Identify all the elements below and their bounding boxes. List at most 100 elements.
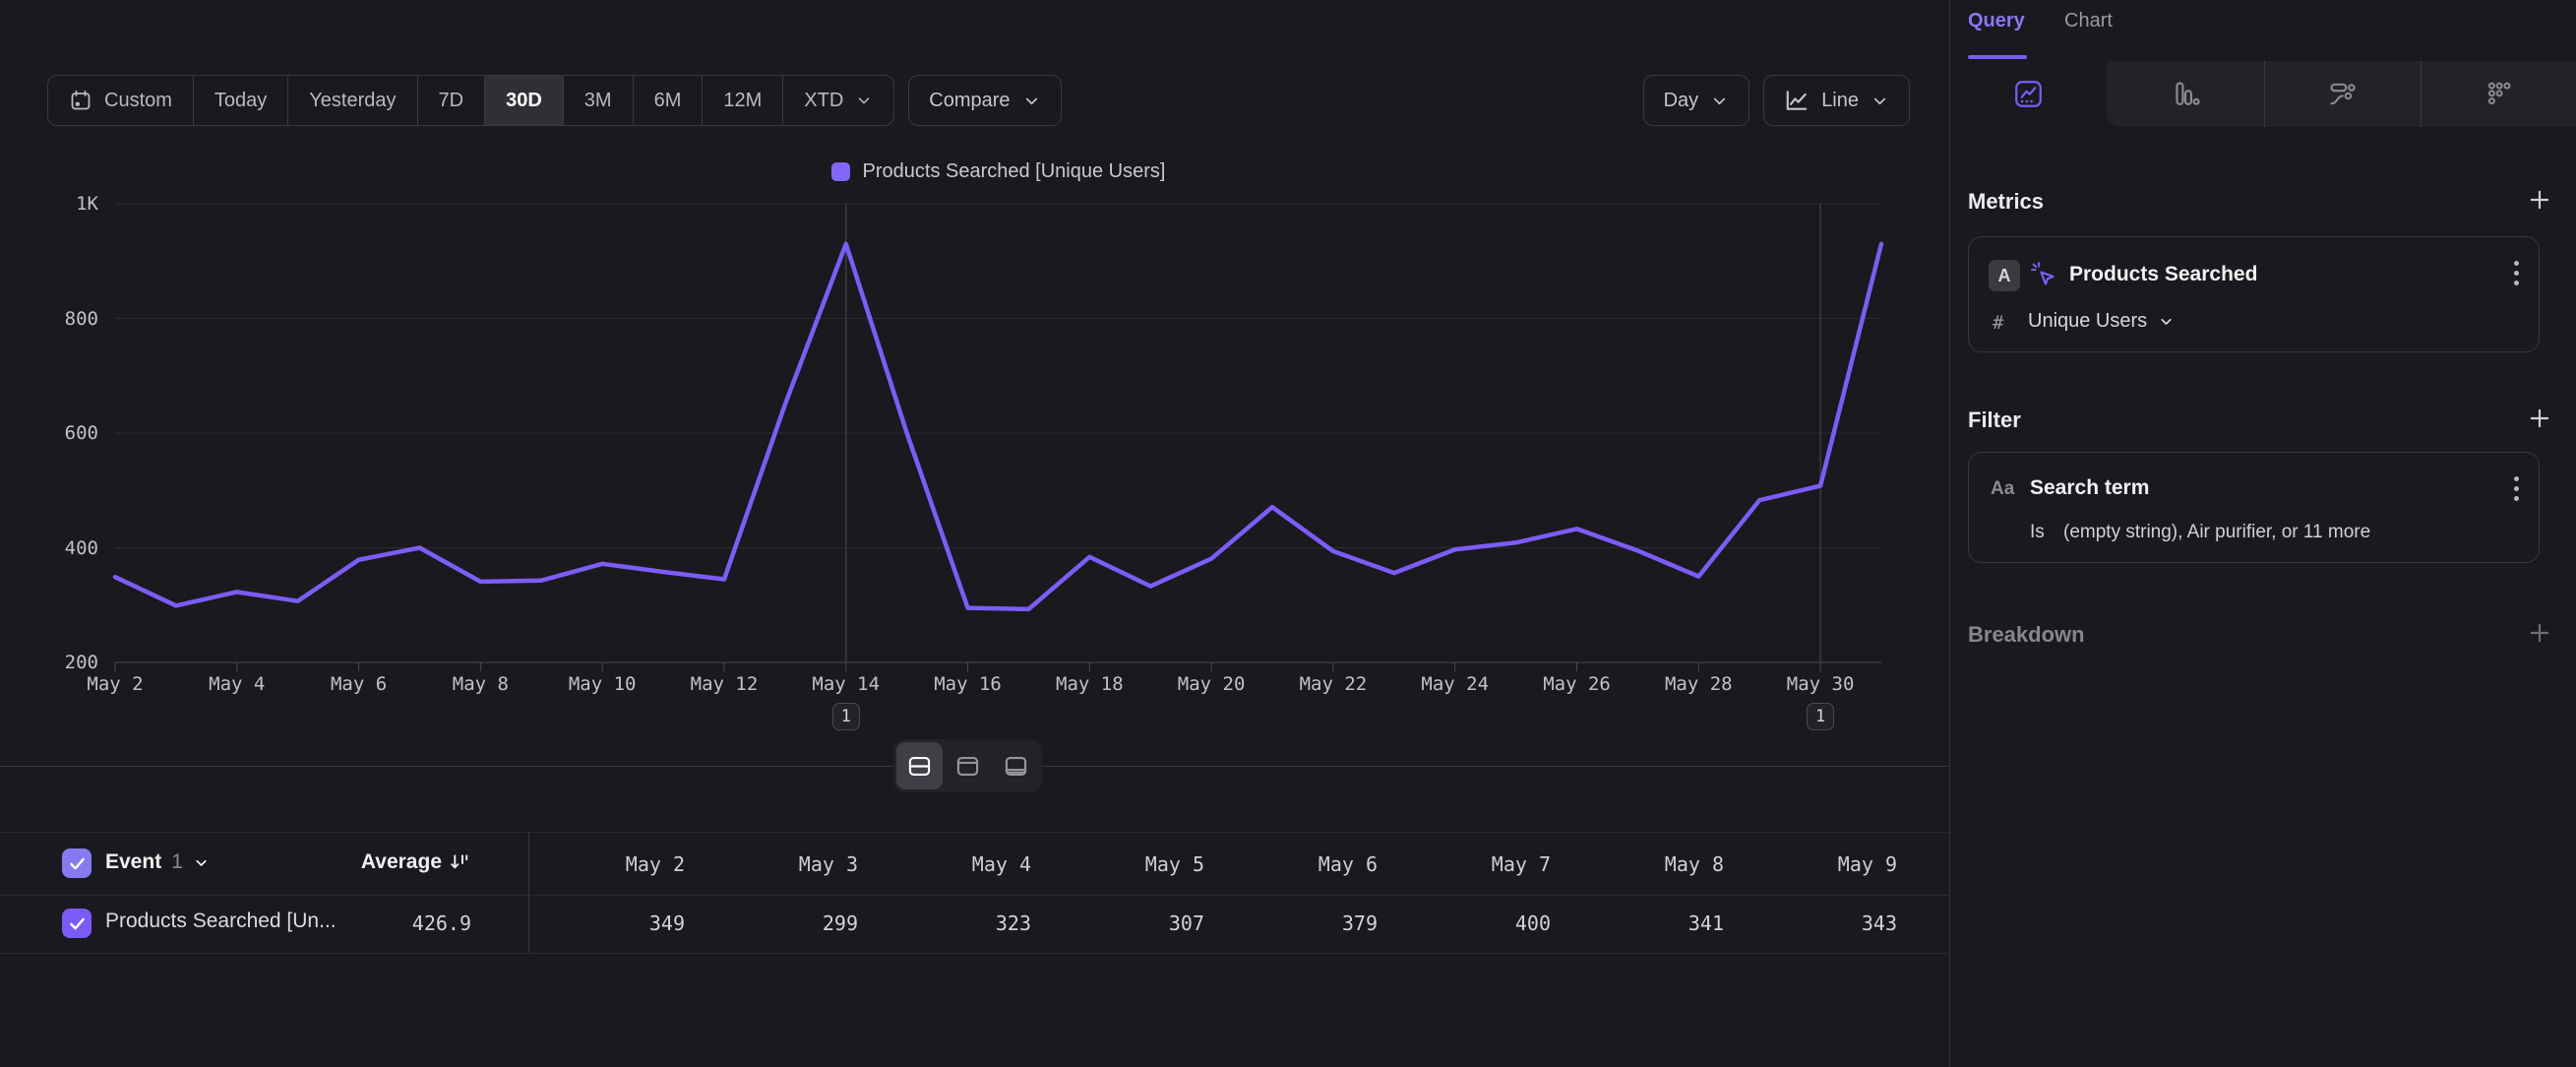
aggregation-label: Unique Users (2028, 310, 2147, 333)
date-range-xtd[interactable]: XTD (783, 76, 893, 125)
annotation-badge[interactable]: 1 (832, 703, 860, 730)
legend-item[interactable]: Products Searched [Unique Users] (831, 160, 1166, 183)
date-range-7d[interactable]: 7D (418, 76, 486, 125)
date-range-label: Yesterday (309, 90, 396, 112)
row-series-name: Products Searched [Un... (105, 910, 337, 933)
compare-label: Compare (929, 90, 1010, 112)
date-column-header: May 3 (720, 852, 858, 876)
report-tab-flows[interactable] (2264, 61, 2421, 127)
x-axis-label: May 14 (812, 673, 880, 695)
filter-card[interactable]: Aa Search term Is (empty string), Air pu… (1968, 452, 2540, 563)
metric-name: Products Searched (2069, 263, 2257, 286)
chart-type-button[interactable]: Line (1763, 75, 1910, 126)
table-only-view-button[interactable] (993, 742, 1039, 789)
select-all-checkbox[interactable] (62, 848, 92, 878)
sort-descending-icon (450, 851, 472, 874)
average-sort-header[interactable]: Average (295, 850, 472, 874)
metric-kebab-menu[interactable] (2514, 261, 2519, 285)
active-tab-underline (1968, 55, 2027, 59)
results-table: Event 1 Average May 2May 3May 4May 5May … (0, 832, 1949, 953)
x-axis-label: May 2 (87, 673, 143, 695)
row-checkbox[interactable] (62, 909, 92, 938)
date-range-30d[interactable]: 30D (485, 76, 564, 125)
string-type-icon: Aa (1991, 478, 2014, 500)
date-range-custom[interactable]: Custom (48, 76, 194, 125)
granularity-button[interactable]: Day (1643, 75, 1750, 126)
add-breakdown-button[interactable] (2527, 620, 2552, 646)
compare-button[interactable]: Compare (908, 75, 1061, 126)
table-column-divider (528, 832, 529, 953)
x-axis-label: May 30 (1787, 673, 1855, 695)
check-icon (67, 913, 88, 934)
x-axis-label: May 28 (1665, 673, 1733, 695)
date-range-today[interactable]: Today (194, 76, 288, 125)
date-range-label: XTD (804, 90, 843, 112)
chevron-down-icon (1871, 92, 1889, 110)
tab-query[interactable]: Query (1968, 10, 2025, 32)
table-cell-value: 349 (547, 911, 685, 935)
x-axis-label: May 20 (1178, 673, 1246, 695)
table-cell-value: 341 (1586, 911, 1724, 935)
chevron-down-icon (1710, 92, 1729, 110)
date-range-group: Custom Today Yesterday 7D 30D 3M 6M 12M XTD (47, 75, 894, 126)
line-chart-svg (115, 204, 1881, 662)
table-cell-value: 379 (1240, 911, 1378, 935)
filter-kebab-menu[interactable] (2514, 476, 2519, 501)
report-type-tabs (1950, 61, 2576, 127)
plus-icon (2527, 406, 2552, 431)
event-cursor-click-icon (2030, 261, 2058, 289)
date-range-6m[interactable]: 6M (634, 76, 704, 125)
table-row[interactable]: Products Searched [Un... 426.9 349299323… (0, 895, 1949, 954)
report-tab-insights[interactable] (1950, 61, 2107, 127)
legend-swatch (831, 162, 850, 181)
filter-value: (empty string), Air purifier, or 11 more (2063, 522, 2370, 543)
chart-legend: Products Searched [Unique Users] (115, 160, 1881, 183)
date-column-header: May 8 (1586, 852, 1724, 876)
add-filter-button[interactable] (2527, 406, 2552, 431)
metric-card[interactable]: A Products Searched # Unique Users (1968, 236, 2540, 352)
date-range-yesterday[interactable]: Yesterday (288, 76, 417, 125)
table-cell-value: 299 (720, 911, 858, 935)
y-axis-label: 800 (0, 307, 98, 331)
date-range-label: 6M (654, 90, 682, 112)
annotation-badge[interactable]: 1 (1807, 703, 1834, 730)
date-range-label: 12M (723, 90, 762, 112)
split-view-button[interactable] (896, 742, 943, 789)
date-range-3m[interactable]: 3M (564, 76, 634, 125)
chart-only-view-button[interactable] (945, 742, 991, 789)
chart-toolbar: Custom Today Yesterday 7D 30D 3M 6M 12M XTD Comp… (47, 75, 1910, 126)
aggregation-dropdown[interactable]: Unique Users (2028, 310, 2175, 333)
average-label: Average (361, 850, 442, 874)
x-axis-label: May 6 (331, 673, 387, 695)
x-axis-label: May 12 (691, 673, 759, 695)
metrics-heading: Metrics (1968, 189, 2044, 215)
aggregation-symbol: # (1993, 312, 2003, 334)
table-cell-value: 323 (893, 911, 1031, 935)
report-tab-more[interactable] (2421, 61, 2576, 127)
date-range-label: Today (215, 90, 267, 112)
report-tab-funnels[interactable] (2108, 61, 2264, 127)
date-range-label: 30D (506, 90, 542, 112)
granularity-label: Day (1664, 90, 1699, 112)
grid-dots-icon (2484, 79, 2514, 109)
plus-icon (2527, 187, 2552, 213)
filter-heading: Filter (1968, 408, 2021, 433)
chevron-down-icon (193, 854, 210, 871)
event-count: 1 (171, 850, 183, 874)
event-label: Event (105, 850, 161, 874)
event-column-dropdown[interactable]: Event 1 (105, 850, 210, 874)
toolbar-right: Day Line (1643, 75, 1910, 126)
plus-icon (2527, 620, 2552, 646)
date-column-header: May 7 (1413, 852, 1551, 876)
y-axis-label: 200 (0, 651, 98, 674)
query-sidebar: Query Chart Metrics A (1949, 0, 2576, 1067)
flows-icon (2327, 79, 2358, 109)
date-range-label: 3M (584, 90, 612, 112)
chevron-down-icon (1022, 92, 1041, 110)
add-metric-button[interactable] (2527, 187, 2552, 213)
y-axis-label: 1K (0, 192, 98, 216)
table-cell-value: 400 (1413, 911, 1551, 935)
date-range-12m[interactable]: 12M (703, 76, 783, 125)
insights-report: Custom Today Yesterday 7D 30D 3M 6M 12M XTD Comp… (0, 0, 2576, 1067)
chart-only-view-icon (954, 753, 981, 780)
